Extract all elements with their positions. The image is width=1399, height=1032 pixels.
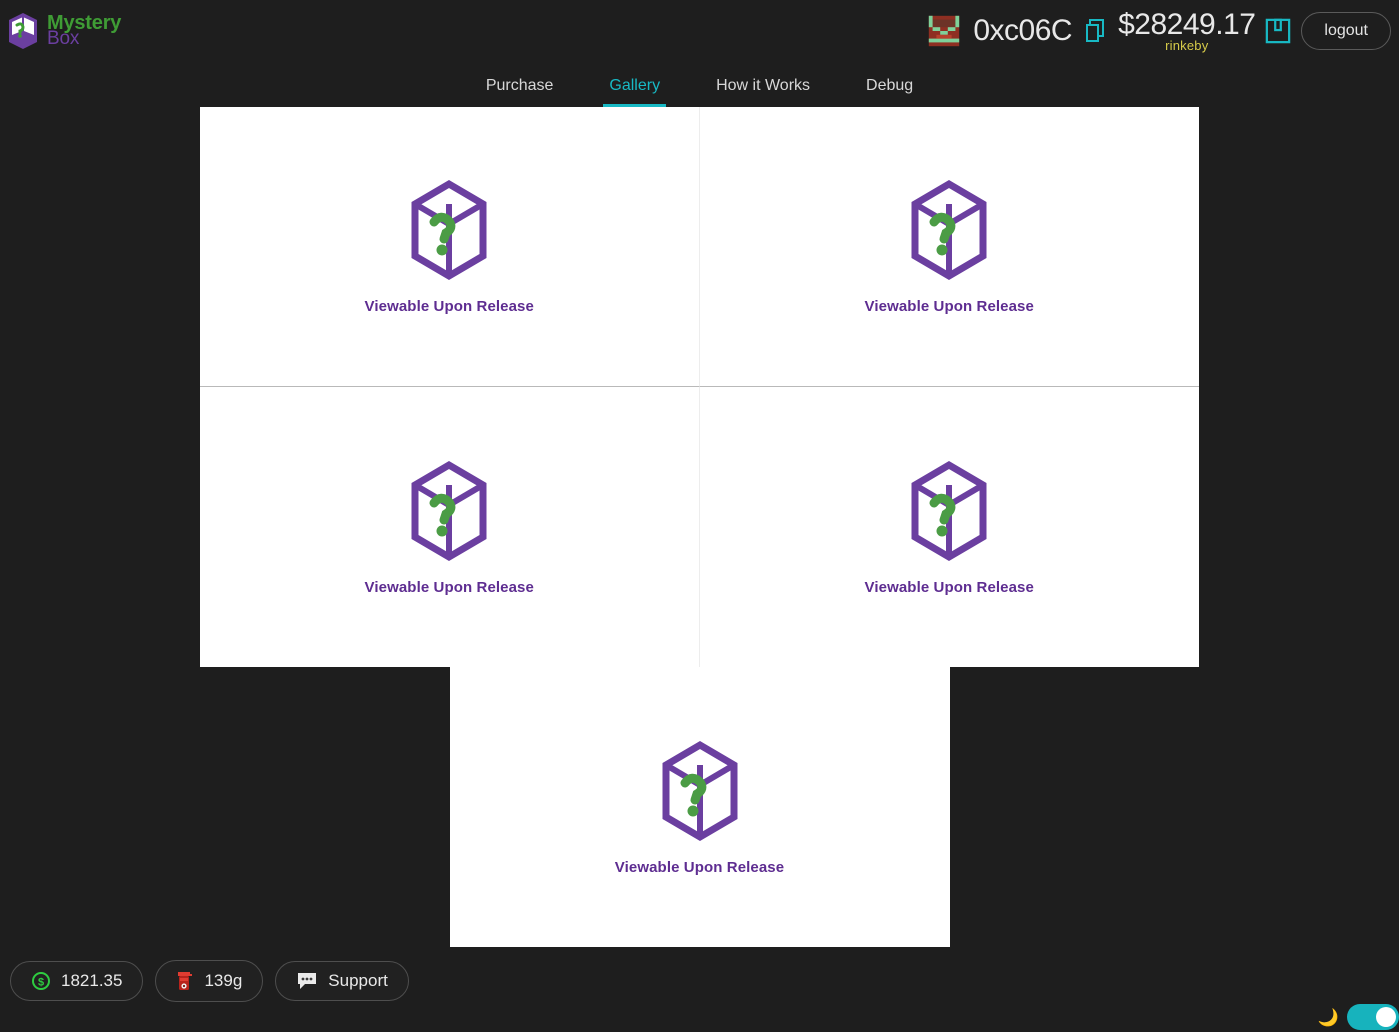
- mystery-box-icon: [911, 460, 987, 561]
- gallery-item[interactable]: Viewable Upon Release: [699, 107, 1199, 387]
- pixel-avatar-icon: [925, 11, 964, 50]
- gallery-item[interactable]: Viewable Upon Release: [200, 107, 700, 387]
- balance-block: $28249.17 rinkeby: [1118, 8, 1256, 53]
- mystery-box-icon: [911, 179, 987, 281]
- gas-pill-button[interactable]: 139g: [155, 960, 264, 1002]
- support-button[interactable]: Support: [275, 961, 409, 1001]
- copy-icon[interactable]: [1082, 16, 1108, 46]
- support-label: Support: [328, 971, 388, 990]
- tab-purchase[interactable]: Purchase: [458, 77, 582, 107]
- app-header: Mystery Box 0xc06C $28249.17 rinkeby log…: [0, 0, 1399, 62]
- gas-pump-icon: [178, 972, 193, 990]
- gallery-item-label: Viewable Upon Release: [864, 298, 1034, 315]
- gallery-grid-last-row: Viewable Upon Release: [449, 667, 950, 947]
- gallery-item-label: Viewable Upon Release: [864, 578, 1034, 596]
- gallery-item[interactable]: Viewable Upon Release: [699, 387, 1199, 667]
- network-label: rinkeby: [1165, 38, 1209, 53]
- gallery-item[interactable]: Viewable Upon Release: [200, 387, 700, 667]
- brand-logo[interactable]: Mystery Box: [6, 11, 121, 51]
- header-account-area: 0xc06C $28249.17 rinkeby logout: [925, 8, 1391, 53]
- moon-icon: 🌙: [1317, 1007, 1339, 1027]
- mystery-box-icon: [411, 460, 487, 561]
- gallery-item-label: Viewable Upon Release: [364, 298, 534, 315]
- mystery-box-icon: [9, 13, 37, 49]
- save-icon[interactable]: [1265, 16, 1291, 46]
- footer-status-bar: $ 1821.35 139g Support: [10, 960, 409, 1002]
- chat-bubble-icon: [298, 973, 317, 989]
- dark-mode-switch[interactable]: [1347, 1004, 1399, 1030]
- gallery-item-label: Viewable Upon Release: [364, 578, 534, 596]
- gallery-section: Viewable Upon Release Viewable Upon Rele…: [0, 107, 1399, 947]
- svg-text:$: $: [38, 977, 44, 989]
- tab-debug[interactable]: Debug: [838, 77, 941, 107]
- tab-how-it-works[interactable]: How it Works: [688, 77, 838, 107]
- main-navigation: Purchase Gallery How it Works Debug: [0, 62, 1399, 107]
- logout-button[interactable]: logout: [1301, 11, 1391, 50]
- gas-pill-label: 139g: [204, 971, 243, 990]
- theme-toggle-group[interactable]: 🌙: [1318, 1004, 1399, 1030]
- balance-pill-label: 1821.35: [61, 971, 123, 990]
- gallery-item[interactable]: Viewable Upon Release: [449, 667, 950, 947]
- mystery-box-icon: [411, 179, 487, 281]
- balance-pill-button[interactable]: $ 1821.35: [10, 961, 144, 1001]
- dollar-coin-icon: $: [32, 972, 50, 990]
- tab-gallery[interactable]: Gallery: [581, 77, 688, 107]
- gallery-grid: Viewable Upon Release Viewable Upon Rele…: [200, 107, 1199, 667]
- wallet-address[interactable]: 0xc06C: [973, 14, 1072, 48]
- mystery-box-icon: [662, 740, 737, 841]
- account-balance: $28249.17: [1118, 8, 1256, 41]
- gallery-item-label: Viewable Upon Release: [614, 858, 785, 876]
